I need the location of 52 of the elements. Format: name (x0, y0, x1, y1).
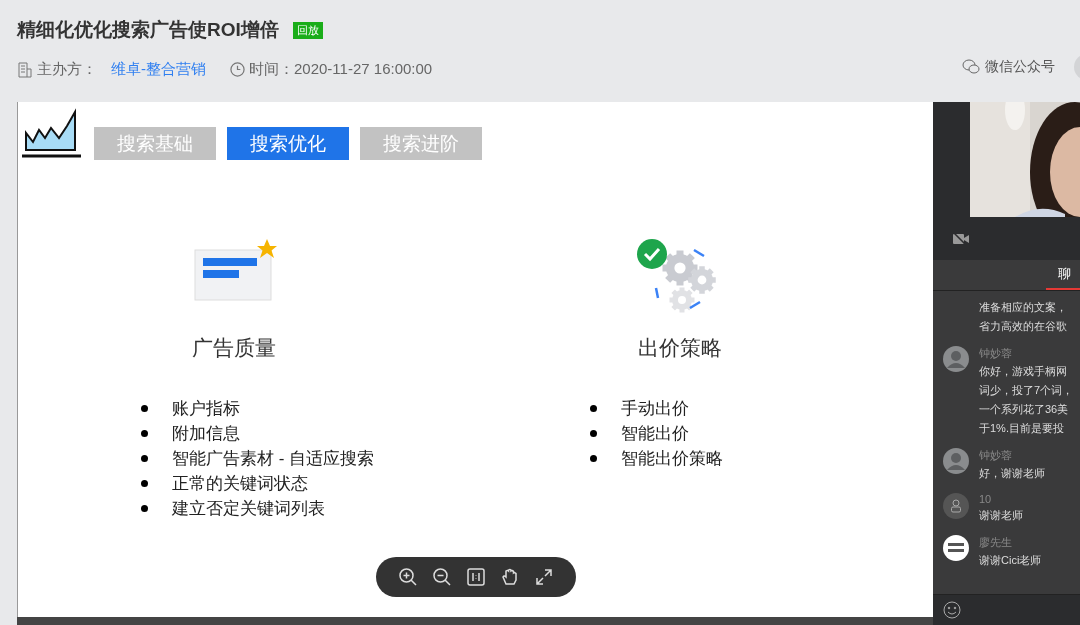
bullet-text: 智能出价 (621, 423, 689, 445)
bullet-icon (590, 430, 597, 437)
sender-name: 钟妙蓉 (979, 448, 1013, 463)
bullet-text: 附加信息 (172, 423, 240, 445)
organizer-link[interactable]: 维卓-整合营销 (111, 60, 206, 79)
bullet-text: 智能出价策略 (621, 448, 723, 470)
message-text: 词少，投了7个词， (979, 383, 1074, 398)
wechat-icon (962, 59, 980, 75)
zoom-in-icon[interactable] (398, 567, 418, 587)
bullet-text: 智能广告素材 - 自适应搜索 (172, 448, 375, 470)
bullet-icon (590, 405, 597, 412)
message-text: 好，谢谢老师 (979, 466, 1045, 481)
actual-size-icon[interactable] (466, 567, 486, 587)
emoji-icon[interactable] (943, 601, 961, 619)
message-text: 谢谢老师 (979, 508, 1023, 523)
user-avatar (943, 448, 969, 474)
bullet-text: 账户指标 (172, 398, 240, 420)
bullet-text: 手动出价 (621, 398, 689, 420)
line-chart-icon (21, 108, 83, 160)
default-avatar (943, 493, 969, 519)
message-text: 你好，游戏手柄网 (979, 364, 1068, 379)
bullet-text: 建立否定关键词列表 (172, 498, 325, 520)
bullet-text: 正常的关键词状态 (172, 473, 308, 495)
message-text: 准备相应的文案， (979, 300, 1067, 315)
bullet-icon (141, 455, 148, 462)
message-text: 于1%.目前是要投 (979, 421, 1065, 436)
wechat-share-link[interactable]: 微信公众号 (962, 58, 1055, 76)
clock-icon (230, 62, 245, 77)
fullscreen-icon[interactable] (534, 567, 554, 587)
bullet-icon (141, 480, 148, 487)
replay-badge: 回放 (292, 21, 323, 39)
sender-name: 钟妙蓉 (979, 346, 1013, 361)
message-text: 一个系列花了36美 (979, 402, 1070, 417)
time-label: 时间：2020-11-27 16:00:00 (249, 60, 433, 79)
bullet-icon (141, 430, 148, 437)
logo-avatar (943, 535, 969, 561)
zoom-out-icon[interactable] (432, 567, 452, 587)
organizer-label: 主办方： (37, 60, 97, 79)
bullet-icon (590, 455, 597, 462)
bullet-icon (141, 405, 148, 412)
message-text: 省力高效的在谷歌 (979, 319, 1067, 334)
document-icon (17, 61, 33, 78)
bullet-icon (141, 505, 148, 512)
hand-icon[interactable] (500, 567, 520, 587)
user-avatar (943, 346, 969, 372)
section-title: 出价策略 (637, 335, 723, 361)
webinar-title: 精细化优化搜索广告使ROI增倍 (17, 18, 279, 42)
camera-off-icon[interactable] (953, 232, 969, 245)
section-title: 广告质量 (191, 335, 277, 361)
sender-name: 廖先生 (979, 535, 1013, 550)
message-text: 谢谢Cici老师 (979, 553, 1042, 568)
sender-name: 10 (979, 493, 993, 505)
